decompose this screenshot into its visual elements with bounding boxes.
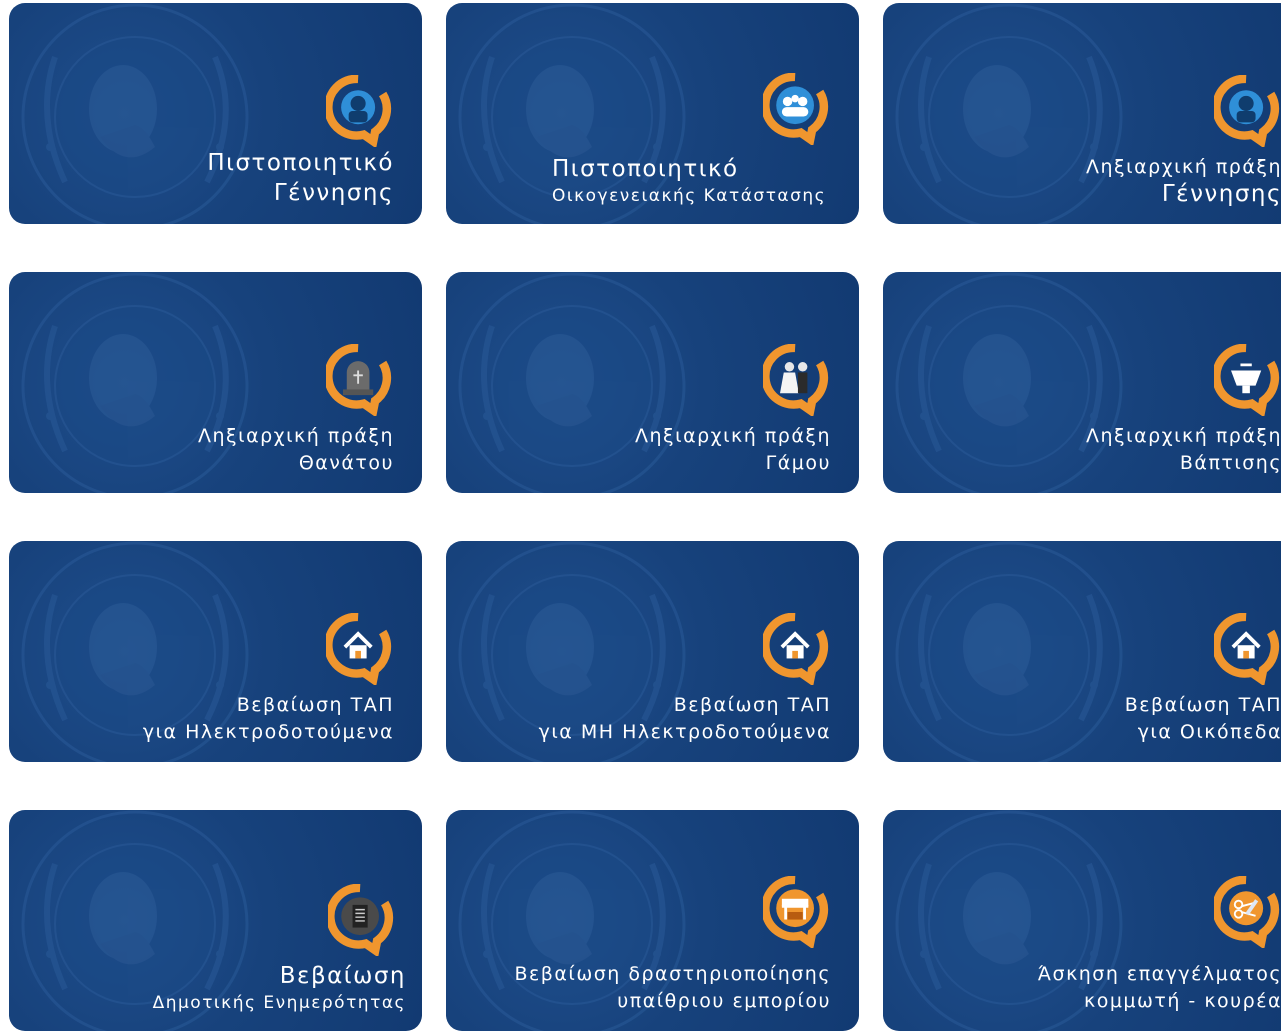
- tile-subtitle: κομμωτή - κουρέα: [1084, 990, 1281, 1012]
- tile-title: Βεβαίωση δραστηριοποίησης: [514, 963, 831, 985]
- tile-title: Βεβαίωση ΤΑΠ: [1124, 694, 1281, 716]
- tile-tap-electrified[interactable]: Βεβαίωση ΤΑΠ για Ηλεκτροδοτούμενα: [9, 541, 422, 762]
- tile-death-registration[interactable]: Ληξιαρχική πράξη Θανάτου: [9, 272, 422, 493]
- document-icon: [328, 884, 396, 956]
- tile-subtitle: για Οικόπεδα: [1137, 721, 1281, 743]
- baby-icon: [1214, 75, 1281, 147]
- family-icon: [763, 73, 831, 145]
- tile-subtitle: για Ηλεκτροδοτούμενα: [142, 721, 394, 743]
- tile-birth-registration[interactable]: Ληξιαρχική πράξη Γέννησης: [883, 3, 1281, 224]
- tile-subtitle: Δημοτικής Ενημερότητας: [152, 993, 406, 1013]
- baby-icon: [326, 75, 394, 147]
- tile-title: Ληξιαρχική πράξη: [198, 425, 394, 447]
- tile-title: Βεβαίωση ΤΑΠ: [673, 694, 831, 716]
- house-icon: [326, 613, 394, 685]
- tile-title: Ληξιαρχική πράξη: [635, 425, 831, 447]
- tile-hairdresser-license[interactable]: Άσκηση επαγγέλματος κομμωτή - κουρέα: [883, 810, 1281, 1031]
- house-icon: [1214, 613, 1281, 685]
- municipality-emblem: [889, 541, 1129, 762]
- tile-subtitle: για ΜΗ Ηλεκτροδοτούμενα: [538, 721, 831, 743]
- market-stall-icon: [763, 876, 831, 948]
- tile-title: Βεβαίωση: [279, 963, 406, 989]
- tile-municipal-clearance[interactable]: Βεβαίωση Δημοτικής Ενημερότητας: [9, 810, 422, 1031]
- house-icon: [763, 613, 831, 685]
- tile-street-trading[interactable]: Βεβαίωση δραστηριοποίησης υπαίθριου εμπο…: [446, 810, 859, 1031]
- tile-title: Βεβαίωση ΤΑΠ: [236, 694, 394, 716]
- tile-subtitle: Θανάτου: [298, 452, 394, 474]
- tile-title: Ληξιαρχική πράξη: [1086, 156, 1281, 178]
- tile-tap-plots[interactable]: Βεβαίωση ΤΑΠ για Οικόπεδα: [883, 541, 1281, 762]
- tile-subtitle: Γέννησης: [1161, 181, 1281, 207]
- baptism-font-icon: [1214, 344, 1281, 416]
- tile-subtitle: Γέννησης: [273, 180, 394, 206]
- tile-subtitle: Βάπτισης: [1179, 452, 1281, 474]
- tile-title: Πιστοποιητικό: [207, 150, 394, 176]
- tile-subtitle: Γάμου: [765, 452, 831, 474]
- tile-family-status-certificate[interactable]: Πιστοποιητικό Οικογενειακής Κατάστασης: [446, 3, 859, 224]
- tile-birth-certificate[interactable]: Πιστοποιητικό Γέννησης: [9, 3, 422, 224]
- tile-title: Ληξιαρχική πράξη: [1086, 425, 1281, 447]
- tile-tap-non-electrified[interactable]: Βεβαίωση ΤΑΠ για ΜΗ Ηλεκτροδοτούμενα: [446, 541, 859, 762]
- wedding-couple-icon: [763, 344, 831, 416]
- tombstone-icon: [326, 344, 394, 416]
- scissors-comb-icon: [1214, 876, 1281, 948]
- tile-baptism-registration[interactable]: Ληξιαρχική πράξη Βάπτισης: [883, 272, 1281, 493]
- tile-title: Άσκηση επαγγέλματος: [1037, 963, 1281, 985]
- tile-subtitle: Οικογενειακής Κατάστασης: [552, 186, 827, 206]
- tile-marriage-registration[interactable]: Ληξιαρχική πράξη Γάμου: [446, 272, 859, 493]
- tile-title: Πιστοποιητικό: [552, 156, 739, 182]
- tile-subtitle: υπαίθριου εμπορίου: [617, 990, 831, 1012]
